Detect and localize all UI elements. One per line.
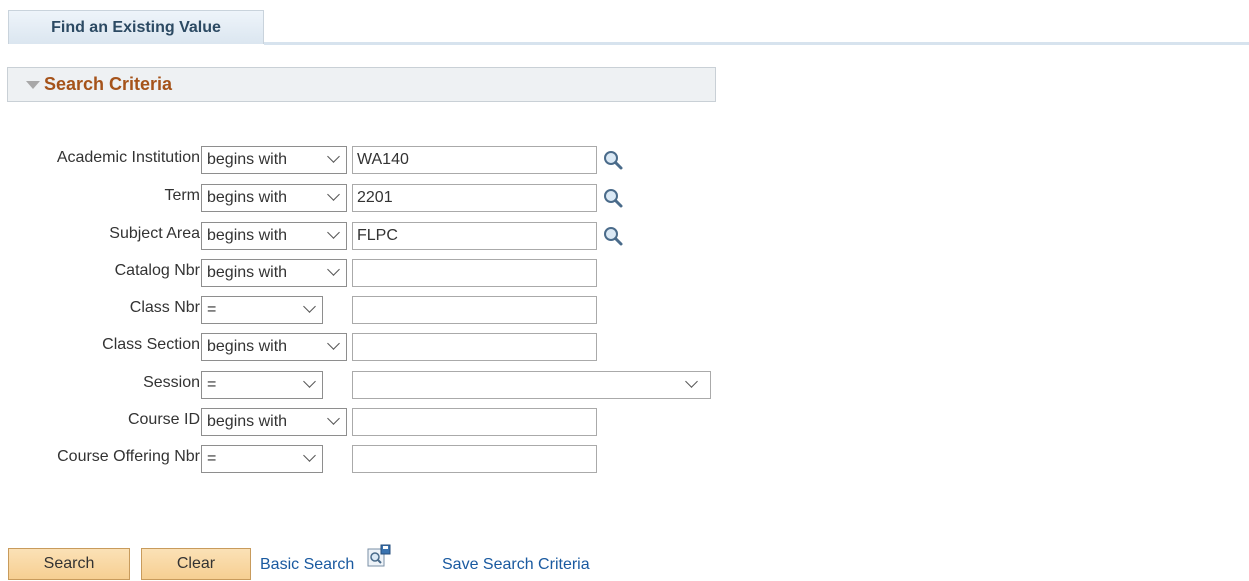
operator-value: =	[207, 301, 217, 318]
row-term: Term begins with 2201	[0, 183, 1249, 212]
operator-value: begins with	[207, 264, 288, 281]
academic-institution-label: Academic Institution	[56, 149, 200, 166]
course-id-operator-select[interactable]: begins with	[201, 408, 347, 436]
class-section-input[interactable]	[352, 333, 597, 361]
operator-value: =	[207, 376, 217, 393]
operator-value: begins with	[207, 227, 288, 244]
row-academic-institution: Academic Institution begins with WA140	[0, 145, 1249, 174]
tab-find-existing-value[interactable]: Find an Existing Value	[8, 10, 264, 44]
row-session: Session =	[0, 370, 1249, 399]
subject-area-operator-select[interactable]: begins with	[201, 222, 347, 250]
row-course-id: Course ID begins with	[0, 407, 1249, 436]
course-offering-nbr-operator-select[interactable]: =	[201, 445, 323, 473]
row-class-section: Class Section begins with	[0, 332, 1249, 361]
course-offering-nbr-label: Course Offering Nbr	[57, 448, 200, 465]
search-criteria-header[interactable]: Search Criteria	[7, 67, 716, 102]
chevron-down-icon	[327, 337, 340, 350]
class-nbr-operator-select[interactable]: =	[201, 296, 323, 324]
subject-area-input[interactable]: FLPC	[352, 222, 597, 250]
chevron-down-icon	[327, 412, 340, 425]
chevron-down-icon	[327, 226, 340, 239]
subject-area-label: Subject Area	[109, 225, 200, 242]
tab-divider	[264, 42, 1249, 45]
save-search-criteria-link[interactable]: Save Search Criteria	[442, 556, 590, 574]
chevron-down-icon	[303, 375, 316, 388]
term-label: Term	[164, 187, 200, 204]
search-button[interactable]: Search	[8, 548, 130, 580]
chevron-down-icon	[327, 150, 340, 163]
session-operator-select[interactable]: =	[201, 371, 323, 399]
save-search-icon[interactable]	[367, 544, 391, 568]
row-subject-area: Subject Area begins with FLPC	[0, 221, 1249, 250]
class-nbr-input[interactable]	[352, 296, 597, 324]
collapse-triangle-icon[interactable]	[26, 80, 40, 89]
row-catalog-nbr: Catalog Nbr begins with	[0, 258, 1249, 287]
magnifier-icon[interactable]	[602, 149, 624, 171]
catalog-nbr-operator-select[interactable]: begins with	[201, 259, 347, 287]
chevron-down-icon	[327, 188, 340, 201]
row-course-offering-nbr: Course Offering Nbr =	[0, 444, 1249, 473]
class-section-label: Class Section	[102, 336, 200, 353]
academic-institution-input[interactable]: WA140	[352, 146, 597, 174]
basic-search-link[interactable]: Basic Search	[260, 556, 354, 574]
chevron-down-icon	[327, 263, 340, 276]
session-select[interactable]	[352, 371, 711, 399]
clear-button[interactable]: Clear	[141, 548, 251, 580]
chevron-down-icon	[303, 300, 316, 313]
operator-value: =	[207, 450, 217, 467]
catalog-nbr-label: Catalog Nbr	[114, 262, 200, 279]
operator-value: begins with	[207, 151, 288, 168]
term-input[interactable]: 2201	[352, 184, 597, 212]
class-nbr-label: Class Nbr	[129, 299, 200, 316]
class-section-operator-select[interactable]: begins with	[201, 333, 347, 361]
academic-institution-operator-select[interactable]: begins with	[201, 146, 347, 174]
magnifier-icon[interactable]	[602, 225, 624, 247]
row-class-nbr: Class Nbr =	[0, 295, 1249, 324]
magnifier-icon[interactable]	[602, 187, 624, 209]
catalog-nbr-input[interactable]	[352, 259, 597, 287]
course-offering-nbr-input[interactable]	[352, 445, 597, 473]
term-operator-select[interactable]: begins with	[201, 184, 347, 212]
chevron-down-icon	[685, 375, 698, 388]
chevron-down-icon	[303, 449, 316, 462]
search-criteria-title: Search Criteria	[44, 74, 173, 94]
operator-value: begins with	[207, 413, 288, 430]
session-label: Session	[143, 374, 200, 391]
operator-value: begins with	[207, 338, 288, 355]
course-id-input[interactable]	[352, 408, 597, 436]
operator-value: begins with	[207, 189, 288, 206]
course-id-label: Course ID	[127, 411, 200, 428]
